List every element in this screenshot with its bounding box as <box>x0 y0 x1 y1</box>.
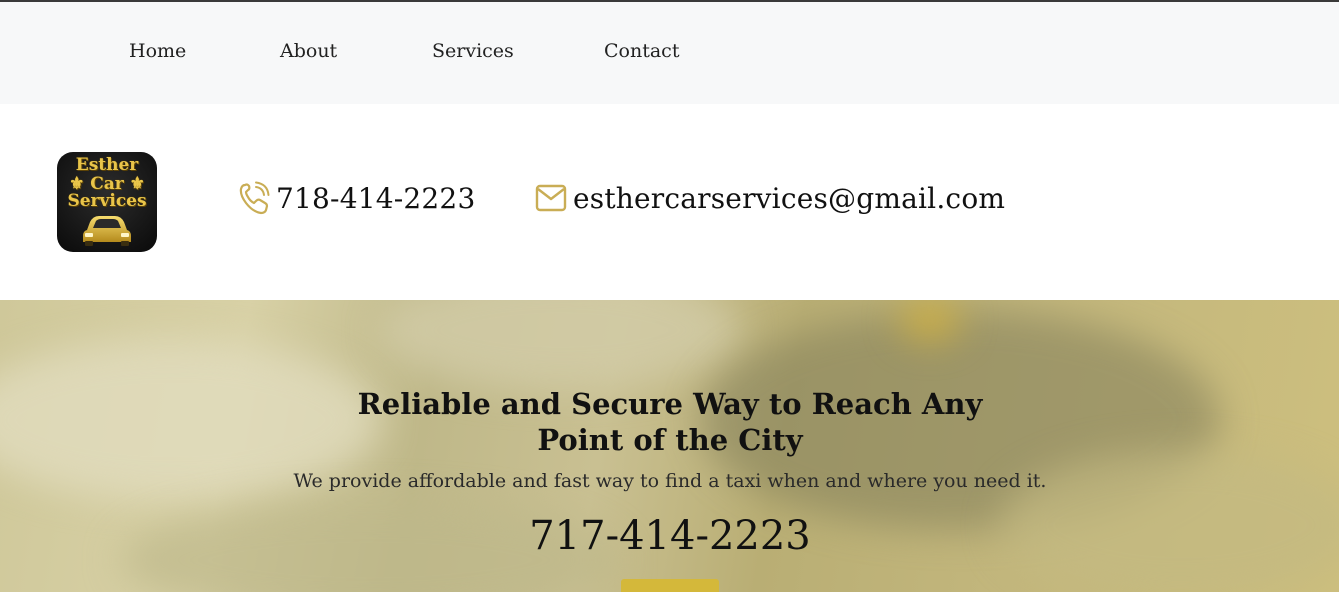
hero-title: Reliable and Secure Way to Reach Any Poi… <box>357 387 983 457</box>
nav-item-about[interactable]: About <box>280 40 337 62</box>
hero-cta-button[interactable] <box>621 579 719 592</box>
header-phone[interactable]: 718-414-2223 <box>238 178 475 218</box>
car-icon <box>83 216 131 246</box>
header-phone-number[interactable]: 718-414-2223 <box>276 182 475 215</box>
hero-banner: Reliable and Secure Way to Reach Any Poi… <box>0 300 1339 592</box>
envelope-icon <box>535 184 567 212</box>
company-logo[interactable]: Esther ⚜ Car ⚜ Services <box>57 152 157 252</box>
hero-phone-number[interactable]: 717-414-2223 <box>470 513 870 559</box>
top-navbar: Home About Services Contact <box>0 2 1339 104</box>
nav-item-services[interactable]: Services <box>432 40 514 62</box>
contact-header: Esther ⚜ Car ⚜ Services 718-414-2223 est… <box>0 104 1339 300</box>
hero-content: Reliable and Secure Way to Reach Any Poi… <box>0 300 1339 592</box>
header-email[interactable]: esthercarservices@gmail.com <box>535 178 1005 218</box>
phone-icon <box>239 181 270 215</box>
header-email-address[interactable]: esthercarservices@gmail.com <box>573 182 1005 215</box>
hero-subtitle: We provide affordable and fast way to fi… <box>293 470 1047 492</box>
nav-item-contact[interactable]: Contact <box>604 40 679 62</box>
nav-item-home[interactable]: Home <box>129 40 186 62</box>
